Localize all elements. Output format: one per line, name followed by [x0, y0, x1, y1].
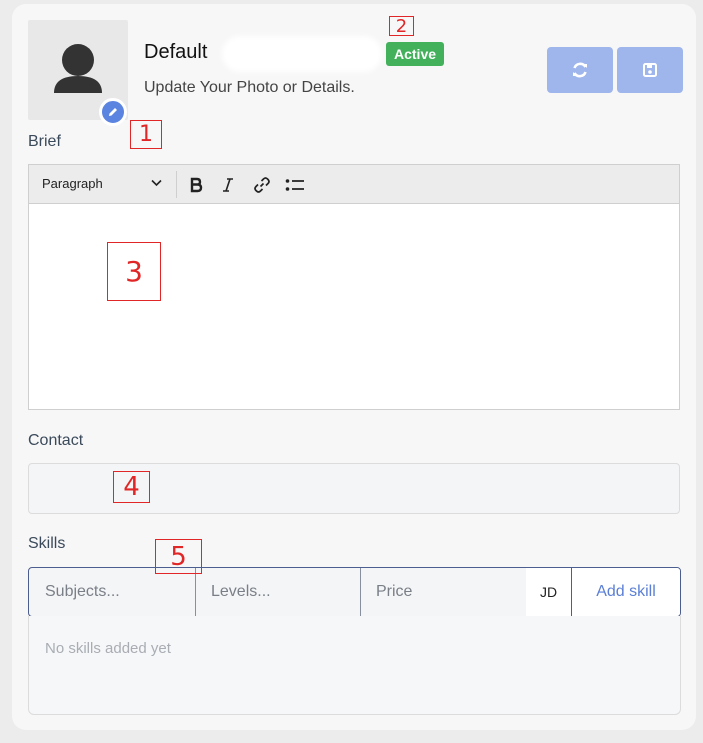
add-skill-button[interactable]: Add skill	[571, 568, 680, 616]
floppy-save-icon	[643, 63, 657, 77]
profile-name: Default	[144, 41, 208, 63]
brief-label: Brief	[28, 133, 61, 150]
annotation-5: 5	[155, 539, 202, 574]
refresh-icon	[573, 62, 587, 78]
skill-input-row: Subjects... Levels... Price JD Add skill	[28, 567, 681, 617]
bulleted-list-icon	[285, 179, 304, 191]
annotation-1: 1	[130, 120, 162, 149]
block-format-select[interactable]: Paragraph	[42, 176, 103, 191]
price-input[interactable]: Price	[360, 568, 526, 616]
annotation-4: 4	[113, 471, 150, 503]
currency-label: JD	[526, 568, 571, 616]
subjects-select[interactable]: Subjects...	[29, 568, 195, 616]
levels-select[interactable]: Levels...	[195, 568, 360, 616]
chevron-down-icon[interactable]	[151, 179, 162, 187]
bulleted-list-button[interactable]	[284, 174, 306, 196]
edit-photo-button[interactable]	[99, 98, 127, 126]
editor-toolbar: Paragraph	[29, 165, 679, 204]
profile-subtitle: Update Your Photo or Details.	[144, 79, 355, 96]
status-badge: Active	[386, 42, 445, 66]
brief-content[interactable]	[41, 213, 667, 399]
bold-icon	[190, 177, 203, 193]
bold-button[interactable]	[185, 174, 207, 196]
italic-icon	[223, 178, 233, 192]
redacted-area	[222, 36, 382, 72]
refresh-button[interactable]	[547, 47, 613, 93]
link-icon	[254, 177, 270, 193]
profile-card: Default Active Update Your Photo or Deta…	[12, 4, 696, 730]
contact-label: Contact	[28, 432, 84, 449]
save-button[interactable]	[617, 47, 683, 93]
empty-skills-text: No skills added yet	[45, 640, 171, 657]
italic-button[interactable]	[217, 174, 239, 196]
toolbar-divider	[176, 171, 177, 198]
annotation-2: 2	[389, 16, 414, 37]
pencil-icon	[109, 108, 117, 116]
skills-list: No skills added yet	[28, 616, 681, 715]
link-button[interactable]	[251, 174, 273, 196]
skills-label: Skills	[28, 535, 66, 552]
annotation-3: 3	[107, 242, 161, 301]
